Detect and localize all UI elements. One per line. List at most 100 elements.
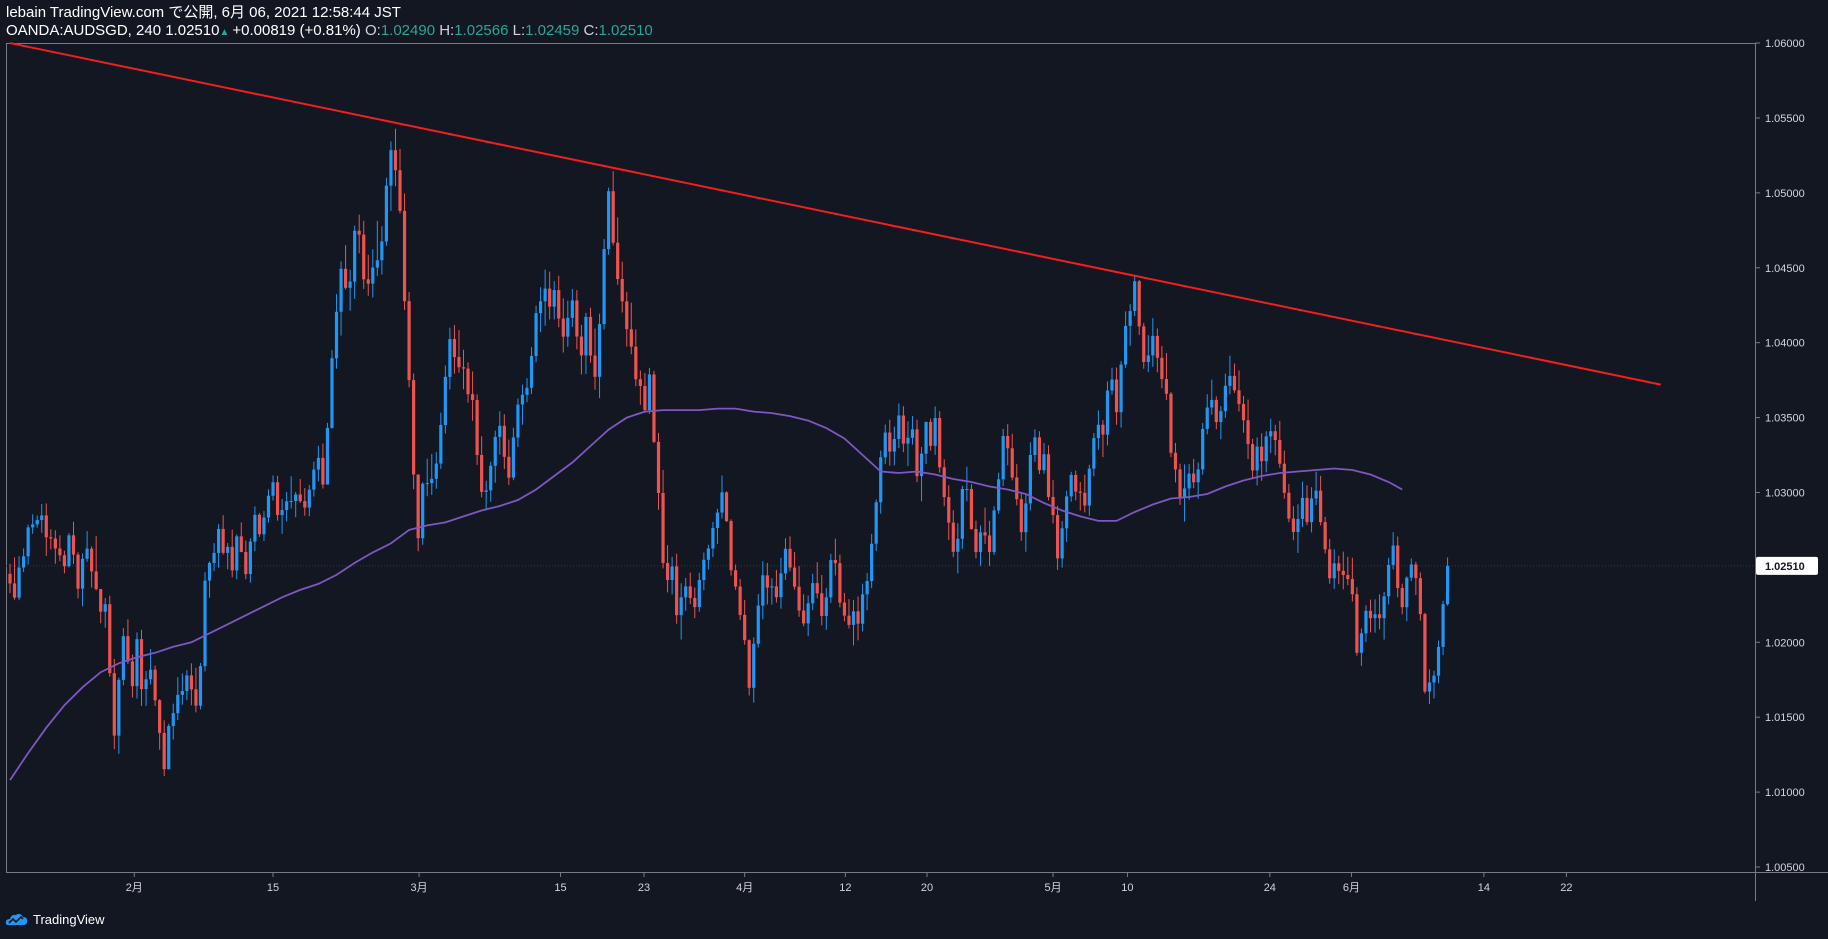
candle-body	[702, 559, 706, 580]
candle-body	[1096, 424, 1100, 439]
candle-body	[8, 573, 12, 584]
time-tick-label: 15	[554, 882, 566, 894]
candle-body	[670, 566, 674, 580]
symbol-info: OANDA:AUDSGD, 240 1.02510▲ +0.00819 (+0.8…	[6, 22, 653, 41]
candle	[992, 506, 996, 555]
candle-body	[1328, 549, 1332, 579]
candle-body	[851, 611, 856, 625]
candle	[829, 553, 833, 603]
candle-body	[538, 301, 543, 314]
candle-body	[792, 567, 797, 587]
footer-brand-label: TradingView	[33, 911, 105, 927]
candle-body	[770, 586, 774, 588]
candle-body	[1173, 452, 1178, 470]
candle-body	[611, 191, 615, 243]
candle-body	[76, 554, 80, 589]
last-price: 1.02510	[165, 22, 220, 39]
candle-body	[22, 556, 26, 568]
candle-body	[974, 529, 978, 553]
candle-body	[434, 463, 438, 479]
candle-body	[1319, 490, 1323, 523]
candle	[275, 475, 280, 521]
candle	[475, 394, 479, 465]
candle-body	[171, 713, 175, 727]
candle-body	[1269, 431, 1273, 437]
candle-body	[806, 603, 810, 624]
candle-body	[656, 441, 661, 493]
candle-body	[1445, 565, 1450, 605]
candle-body	[516, 404, 520, 438]
candle-body	[910, 429, 915, 438]
symbol-label[interactable]: OANDA:AUDSGD, 240	[6, 22, 161, 39]
price-tick-label: 1.05500	[1765, 113, 1805, 125]
candle-body	[1241, 403, 1246, 421]
candle	[384, 177, 389, 246]
candle-body	[1187, 473, 1191, 489]
candle-body	[1359, 633, 1364, 653]
candle	[1201, 422, 1205, 475]
candle-body	[883, 432, 887, 458]
candle-body	[597, 324, 602, 377]
candle	[412, 373, 416, 490]
candle	[1323, 516, 1327, 554]
candle	[1133, 275, 1137, 317]
candle-body	[602, 249, 606, 325]
candle-body	[711, 527, 715, 549]
candle-body	[684, 586, 688, 598]
candle-body	[275, 482, 280, 516]
candle	[1441, 600, 1445, 656]
candle	[198, 662, 203, 710]
candle-body	[325, 427, 330, 485]
candle-body	[997, 479, 1001, 511]
candle-body	[393, 150, 398, 171]
candle-body	[607, 191, 611, 250]
candle-body	[1169, 393, 1173, 453]
candle-body	[1368, 610, 1373, 619]
candle-body	[788, 548, 792, 568]
candle-body	[987, 535, 992, 553]
time-tick-label: 15	[267, 882, 279, 894]
footer-brand[interactable]: TradingView	[4, 911, 105, 927]
candle-body	[679, 597, 683, 616]
candle-body	[439, 425, 443, 464]
candle-body	[1405, 577, 1409, 608]
candle-body	[1151, 335, 1155, 356]
candle	[1142, 322, 1146, 369]
candle-body	[226, 546, 230, 553]
candle-body	[217, 528, 221, 553]
candle-body	[303, 501, 307, 508]
candle-body	[629, 329, 633, 347]
candle-body	[1436, 646, 1441, 676]
candle-body	[371, 267, 375, 284]
candle-body	[1083, 492, 1087, 506]
candle-body	[443, 376, 447, 426]
candle-body	[1332, 563, 1336, 579]
candle	[1001, 428, 1005, 487]
candle-body	[815, 583, 819, 594]
candle-body	[978, 532, 983, 553]
candle-body	[897, 415, 901, 439]
price-tick-label: 1.03500	[1765, 413, 1805, 425]
candle-body	[548, 288, 552, 307]
candle-body	[520, 394, 525, 405]
candle-body	[130, 661, 135, 687]
candle	[652, 370, 656, 444]
candle-body	[747, 640, 751, 688]
candle-body	[543, 288, 547, 302]
candle-body	[1309, 498, 1314, 523]
chart[interactable]: 1.005001.010001.015001.020001.025001.030…	[0, 0, 1828, 939]
candle-body	[158, 700, 162, 733]
candle-body	[457, 357, 461, 368]
open-label: O:	[364, 22, 381, 39]
candle-body	[307, 489, 311, 508]
candle-body	[461, 367, 466, 369]
time-tick-label: 20	[921, 882, 933, 894]
candle-body	[738, 586, 742, 615]
candle-body	[1441, 604, 1445, 647]
candle-body	[724, 492, 729, 522]
candle-body	[1432, 675, 1436, 683]
candle-body	[706, 548, 710, 560]
candle-body	[135, 639, 139, 687]
time-tick-label: 10	[1121, 882, 1133, 894]
candle-body	[1346, 575, 1350, 580]
